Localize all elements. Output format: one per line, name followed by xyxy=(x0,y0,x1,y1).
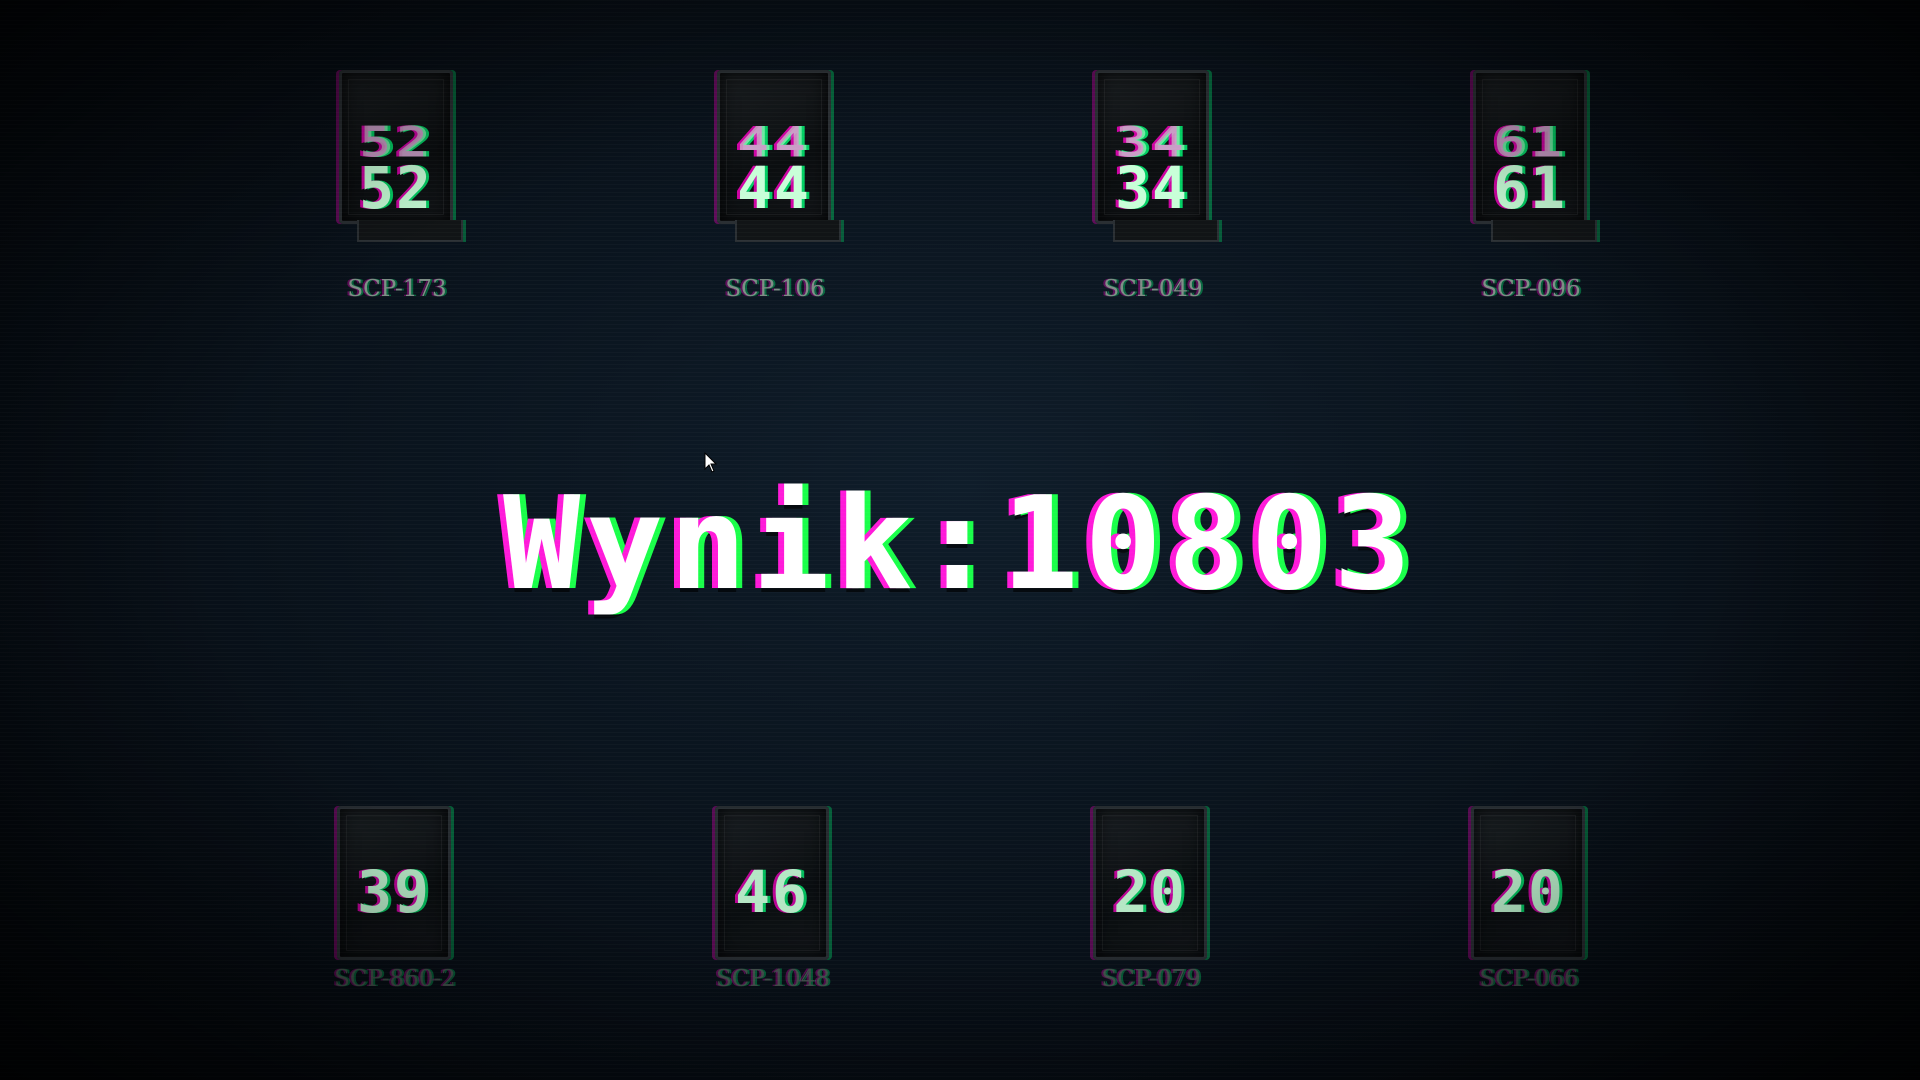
score-display: Wynik:10803 xyxy=(503,470,1417,619)
scp-card-860-2[interactable]: 39 SCP-860-2 xyxy=(310,806,460,1046)
card-label: SCP-096 xyxy=(1481,276,1581,302)
card-count: 52 xyxy=(359,154,433,222)
scp-card-1048[interactable]: 46 SCP-1048 xyxy=(688,806,838,1046)
scp-card-079[interactable]: 20 SCP-079 xyxy=(1066,806,1216,1046)
card-label: SCP-860-2 xyxy=(334,966,456,992)
scp-card-106[interactable]: 44 44 SCP-106 xyxy=(690,70,841,310)
card-count: 20 xyxy=(1491,858,1565,926)
card-label: SCP-049 xyxy=(1103,276,1203,302)
card-count: 46 xyxy=(735,858,809,926)
card-tab xyxy=(735,220,841,242)
card-tab xyxy=(1113,220,1219,242)
card-tab xyxy=(1491,220,1597,242)
card-label: SCP-1048 xyxy=(716,966,830,992)
card-label: SCP-106 xyxy=(725,276,825,302)
card-count: 61 xyxy=(1493,154,1567,222)
scp-card-049[interactable]: 34 34 SCP-049 xyxy=(1068,70,1219,310)
card-count: 34 xyxy=(1115,154,1189,222)
card-label: SCP-066 xyxy=(1479,966,1579,992)
card-label: SCP-079 xyxy=(1101,966,1201,992)
card-tab xyxy=(357,220,463,242)
card-count: 20 xyxy=(1113,858,1187,926)
scp-card-173[interactable]: 52 52 SCP-173 xyxy=(312,70,463,310)
scp-card-066[interactable]: 20 SCP-066 xyxy=(1444,806,1594,1046)
score-screen: 52 52 SCP-173 44 44 SCP-106 34 34 SCP-04… xyxy=(0,0,1920,1080)
scp-card-096[interactable]: 61 61 SCP-096 xyxy=(1446,70,1597,310)
card-label: SCP-173 xyxy=(347,276,447,302)
card-count: 39 xyxy=(357,858,431,926)
card-count: 44 xyxy=(737,154,811,222)
